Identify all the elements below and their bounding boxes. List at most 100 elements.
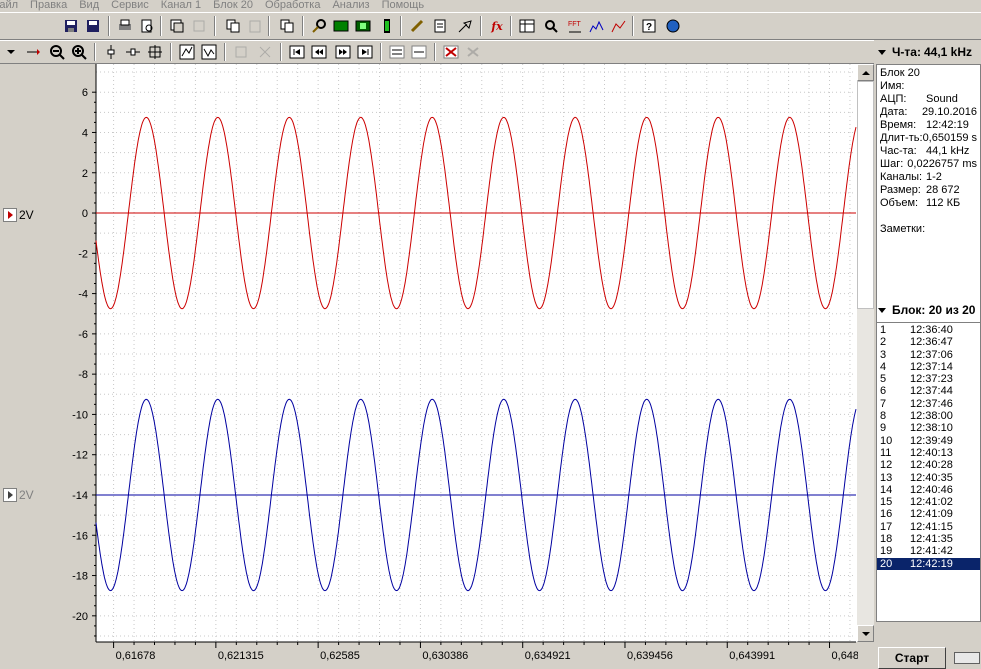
- channel-disabled-icon[interactable]: [190, 17, 208, 35]
- scroll-down-button[interactable]: [857, 625, 874, 642]
- block-list-item[interactable]: 16 12:41:09: [877, 508, 980, 520]
- menu-item-8[interactable]: Помощь: [382, 0, 425, 12]
- channel-2-play-icon[interactable]: [3, 488, 17, 502]
- autoscale-icon[interactable]: [178, 43, 196, 61]
- start-button[interactable]: Старт: [878, 647, 946, 669]
- vertical-scale-icon[interactable]: [102, 43, 120, 61]
- paste-icon[interactable]: [246, 17, 264, 35]
- copy-icon[interactable]: [224, 17, 242, 35]
- channel-1-scale[interactable]: 2V: [3, 208, 34, 222]
- fit-icon[interactable]: [146, 43, 164, 61]
- block-time: 12:40:13: [910, 446, 953, 459]
- frequency-header[interactable]: Ч-та: 44,1 kHz: [874, 41, 981, 63]
- save-as-icon[interactable]: [84, 17, 102, 35]
- menu-item-7[interactable]: Анализ: [332, 0, 369, 12]
- print-icon[interactable]: [116, 17, 134, 35]
- plot-scrollbar[interactable]: [857, 64, 874, 642]
- waveform-plot[interactable]: 6 4 2 0 -2 -4 -6 -8 -10 -12 -14 -16 -18 -20 0,61678 0,6…: [46, 64, 858, 665]
- cursor-icon[interactable]: [24, 43, 42, 61]
- channel-2-scale[interactable]: 2V: [3, 488, 34, 502]
- edit-icon[interactable]: [408, 17, 426, 35]
- last-icon[interactable]: [356, 43, 374, 61]
- scroll-up-button[interactable]: [857, 64, 874, 81]
- block-list-item[interactable]: 17 12:41:15: [877, 521, 980, 533]
- autoscale-all-icon[interactable]: [200, 43, 218, 61]
- menu-item-5[interactable]: Блок 20: [213, 0, 253, 12]
- block-list-item[interactable]: 14 12:40:46: [877, 484, 980, 496]
- zoom-in-icon[interactable]: [70, 43, 88, 61]
- monitor-icon[interactable]: [332, 17, 350, 35]
- block-list-item[interactable]: 12 12:40:28: [877, 459, 980, 471]
- table-icon[interactable]: [518, 17, 536, 35]
- block-list-item[interactable]: 13 12:40:35: [877, 472, 980, 484]
- block-list-item[interactable]: 4 12:37:14: [877, 361, 980, 373]
- function-icon[interactable]: fx: [488, 17, 506, 35]
- first-icon[interactable]: [288, 43, 306, 61]
- delete-disabled-icon[interactable]: [464, 43, 482, 61]
- scroll-thumb[interactable]: [857, 81, 874, 309]
- table-edit-icon[interactable]: [432, 17, 450, 35]
- fft-icon[interactable]: FFT: [566, 17, 584, 35]
- block-list-item[interactable]: 15 12:41:02: [877, 496, 980, 508]
- frequency-dropdown-icon[interactable]: [878, 49, 886, 55]
- tools-icon[interactable]: [456, 17, 474, 35]
- channel-icon[interactable]: [168, 17, 186, 35]
- mark-clear-icon[interactable]: [256, 43, 274, 61]
- next-icon[interactable]: [334, 43, 352, 61]
- web-icon[interactable]: [664, 17, 682, 35]
- block-list-item[interactable]: 9 12:38:10: [877, 422, 980, 434]
- menu-item-1[interactable]: Правка: [30, 0, 67, 12]
- zoom-analyze-icon[interactable]: [542, 17, 560, 35]
- block-list-item[interactable]: 7 12:37:46: [877, 398, 980, 410]
- menu-item-4[interactable]: Канал 1: [161, 0, 201, 12]
- delete-icon[interactable]: [442, 43, 460, 61]
- block-list-item[interactable]: 5 12:37:23: [877, 373, 980, 385]
- block-info-box: Блок 20 Имя: АЦП: Sound Дата: 29.10.2016 Врем…: [876, 64, 981, 324]
- block-number: 6: [880, 385, 887, 398]
- info-row: Размер: 28 672: [880, 184, 977, 197]
- block-list-header[interactable]: Блок: 20 из 20: [874, 299, 981, 321]
- channel-2-scale-label: 2V: [19, 488, 34, 502]
- battery-icon[interactable]: [378, 17, 396, 35]
- menu-item-0[interactable]: Файл: [0, 0, 18, 12]
- menu-item-3[interactable]: Сервис: [111, 0, 149, 12]
- scope-icon[interactable]: [954, 652, 980, 664]
- print-preview-icon[interactable]: [138, 17, 156, 35]
- block-list[interactable]: 1 12:36:40 2 12:36:47 3 12:37:06 4 12:37:14 5 12:…: [876, 322, 981, 622]
- block-title: Блок 20: [880, 67, 920, 79]
- block-list-item[interactable]: 3 12:37:06: [877, 349, 980, 361]
- channel-1-play-icon[interactable]: [3, 208, 17, 222]
- x-tick-label: 0,621315: [218, 650, 264, 662]
- block-list-item[interactable]: 6 12:37:44: [877, 385, 980, 397]
- block-list-item[interactable]: 8 12:38:00: [877, 410, 980, 422]
- histogram-icon[interactable]: [610, 17, 628, 35]
- block-list-item[interactable]: 11 12:40:13: [877, 447, 980, 459]
- block-list-item[interactable]: 18 12:41:35: [877, 533, 980, 545]
- save-icon[interactable]: [62, 17, 80, 35]
- block-list-item[interactable]: 2 12:36:47: [877, 336, 980, 348]
- zoom-out-icon[interactable]: [48, 43, 66, 61]
- previous-icon[interactable]: [310, 43, 328, 61]
- block-list-item[interactable]: 10 12:39:49: [877, 435, 980, 447]
- mark-icon[interactable]: [232, 43, 250, 61]
- block-list-item[interactable]: 20 12:42:19: [877, 557, 980, 570]
- wave-view2-icon[interactable]: [410, 43, 428, 61]
- block-number: 16: [880, 508, 893, 521]
- help-icon[interactable]: ?: [640, 17, 658, 35]
- spectrum-icon[interactable]: [588, 17, 606, 35]
- block-number: 5: [880, 373, 887, 386]
- horizontal-scale-icon[interactable]: [124, 43, 142, 61]
- duplicate-icon[interactable]: [278, 17, 296, 35]
- block-list-item[interactable]: 1 12:36:40: [877, 324, 980, 336]
- info-row: Каналы: 1-2: [880, 171, 977, 184]
- menu-item-2[interactable]: Вид: [79, 0, 99, 12]
- y-tick-label: -12: [72, 450, 88, 462]
- block-time: 12:41:09: [910, 508, 953, 521]
- dropdown-icon[interactable]: [2, 43, 20, 61]
- block-dropdown-icon[interactable]: [878, 307, 886, 313]
- block-list-item[interactable]: 19 12:41:42: [877, 545, 980, 557]
- menu-item-6[interactable]: Обработка: [265, 0, 320, 12]
- search-icon[interactable]: [310, 17, 328, 35]
- film-icon[interactable]: [354, 17, 372, 35]
- wave-view-icon[interactable]: [388, 43, 406, 61]
